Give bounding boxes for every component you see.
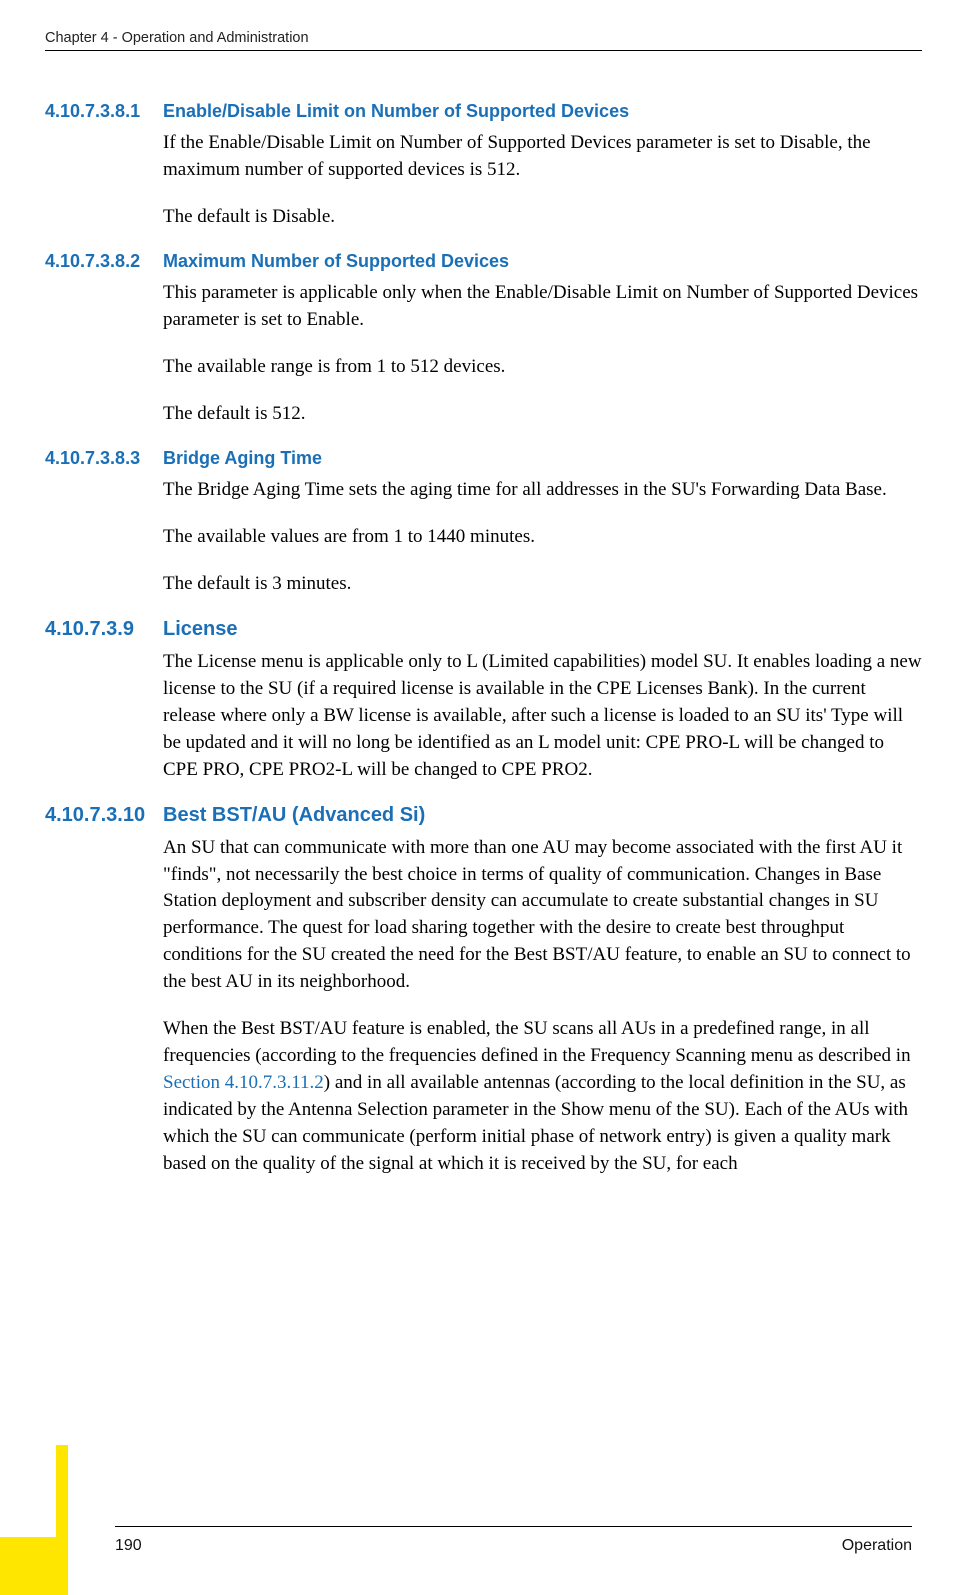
- section-body: If the Enable/Disable Limit on Number of…: [163, 130, 922, 231]
- section-number: 4.10.7.3.8.2: [45, 251, 163, 272]
- section-heading: 4.10.7.3.9 License: [45, 618, 922, 641]
- paragraph: If the Enable/Disable Limit on Number of…: [163, 130, 922, 184]
- page-number: 190: [115, 1537, 142, 1555]
- section-title: License: [163, 618, 922, 641]
- section-body: An SU that can communicate with more tha…: [163, 835, 922, 1179]
- section-title: Maximum Number of Supported Devices: [163, 251, 922, 272]
- page-footer: 190 Operation: [45, 1526, 912, 1555]
- section-title: Enable/Disable Limit on Number of Suppor…: [163, 101, 922, 122]
- side-tab-decor: [56, 1445, 68, 1595]
- section-body: The Bridge Aging Time sets the aging tim…: [163, 477, 922, 598]
- text: When the Best BST/AU feature is enabled,…: [163, 1018, 911, 1066]
- corner-tab-decor: [0, 1537, 56, 1595]
- paragraph: The License menu is applicable only to L…: [163, 649, 922, 784]
- section-heading: 4.10.7.3.8.3 Bridge Aging Time: [45, 448, 922, 469]
- section-title: Best BST/AU (Advanced Si): [163, 804, 922, 827]
- cross-reference-link[interactable]: Section 4.10.7.3.11.2: [163, 1072, 324, 1093]
- section-number: 4.10.7.3.9: [45, 618, 163, 641]
- page-content: Chapter 4 - Operation and Administration…: [0, 0, 977, 1178]
- running-head: Chapter 4 - Operation and Administration: [45, 30, 922, 51]
- footer-divider: [115, 1526, 912, 1527]
- section-heading: 4.10.7.3.8.2 Maximum Number of Supported…: [45, 251, 922, 272]
- paragraph: The default is 3 minutes.: [163, 571, 922, 598]
- paragraph: The Bridge Aging Time sets the aging tim…: [163, 477, 922, 504]
- paragraph: This parameter is applicable only when t…: [163, 280, 922, 334]
- paragraph: The available values are from 1 to 1440 …: [163, 524, 922, 551]
- section-body: This parameter is applicable only when t…: [163, 280, 922, 428]
- section-body: The License menu is applicable only to L…: [163, 649, 922, 784]
- section-number: 4.10.7.3.10: [45, 804, 163, 827]
- paragraph: The default is 512.: [163, 401, 922, 428]
- section-heading: 4.10.7.3.8.1 Enable/Disable Limit on Num…: [45, 101, 922, 122]
- paragraph: An SU that can communicate with more tha…: [163, 835, 922, 997]
- paragraph: When the Best BST/AU feature is enabled,…: [163, 1016, 922, 1178]
- section-number: 4.10.7.3.8.3: [45, 448, 163, 469]
- paragraph: The default is Disable.: [163, 204, 922, 231]
- paragraph: The available range is from 1 to 512 dev…: [163, 354, 922, 381]
- section-number: 4.10.7.3.8.1: [45, 101, 163, 122]
- section-title: Bridge Aging Time: [163, 448, 922, 469]
- section-heading: 4.10.7.3.10 Best BST/AU (Advanced Si): [45, 804, 922, 827]
- footer-right-text: Operation: [842, 1537, 912, 1555]
